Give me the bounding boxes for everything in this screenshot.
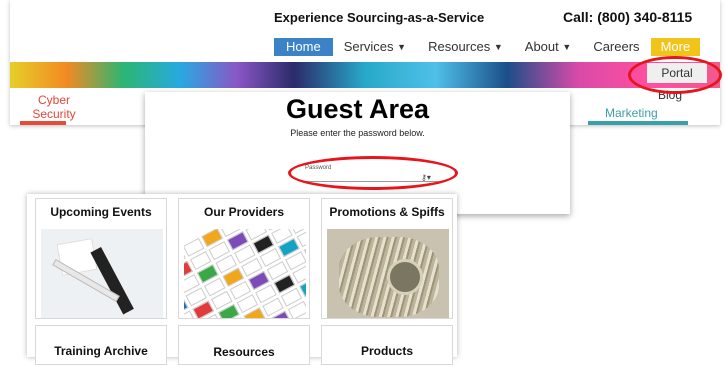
main-nav: Home Services ▼ Resources ▼ About ▼ Care… — [274, 38, 701, 56]
card-resources[interactable]: Resources — [178, 325, 310, 365]
providers-logo-image — [184, 229, 306, 318]
chevron-down-icon: ▼ — [562, 42, 572, 52]
card-title: Upcoming Events — [50, 205, 152, 219]
tab-indicator-cyber — [20, 121, 66, 125]
card-upcoming-events[interactable]: Upcoming Events — [35, 198, 167, 319]
card-title: Products — [360, 344, 413, 358]
nav-resources-label: Resources — [428, 39, 491, 54]
nav-home[interactable]: Home — [274, 38, 333, 56]
cyber-security-link[interactable]: Cyber Security — [24, 93, 84, 121]
nav-services[interactable]: Services ▼ — [333, 38, 417, 56]
card-our-providers[interactable]: Our Providers — [178, 198, 310, 319]
card-training-archive[interactable]: Training Archive — [35, 325, 167, 365]
money-roll-image — [327, 229, 449, 318]
nav-home-label: Home — [286, 39, 321, 54]
nav-about[interactable]: About ▼ — [514, 38, 583, 56]
tab-indicator-marketing — [588, 121, 688, 125]
events-image — [41, 229, 163, 318]
card-promotions-spiffs[interactable]: Promotions & Spiffs — [321, 198, 453, 319]
card-products[interactable]: Products — [321, 325, 453, 365]
hero-banner — [10, 62, 720, 88]
nav-about-label: About — [524, 39, 559, 54]
nav-careers-label: Careers — [593, 39, 640, 54]
nav-more[interactable]: More — [650, 38, 701, 56]
card-title: Training Archive — [54, 344, 148, 358]
chevron-down-icon: ▼ — [397, 42, 407, 52]
nav-careers[interactable]: Careers — [582, 38, 650, 56]
annotation-circle-portal — [628, 56, 722, 94]
portal-grid: Upcoming Events Our Providers Promotions… — [27, 194, 457, 365]
nav-services-label: Services — [343, 39, 394, 54]
card-title: Promotions & Spiffs — [329, 205, 445, 219]
nav-more-label: More — [660, 39, 691, 54]
guest-area-instructions: Please enter the password below. — [290, 128, 425, 138]
marketing-link[interactable]: Marketing — [605, 106, 658, 120]
card-title: Our Providers — [203, 205, 285, 219]
annotation-circle-password — [288, 156, 458, 190]
phone-number[interactable]: Call: (800) 340-8115 — [563, 9, 692, 25]
guest-area-title: Guest Area — [285, 94, 430, 124]
nav-resources[interactable]: Resources ▼ — [417, 38, 514, 56]
site-tagline: Experience Sourcing-as-a-Service — [274, 10, 485, 25]
chevron-down-icon: ▼ — [493, 42, 503, 52]
